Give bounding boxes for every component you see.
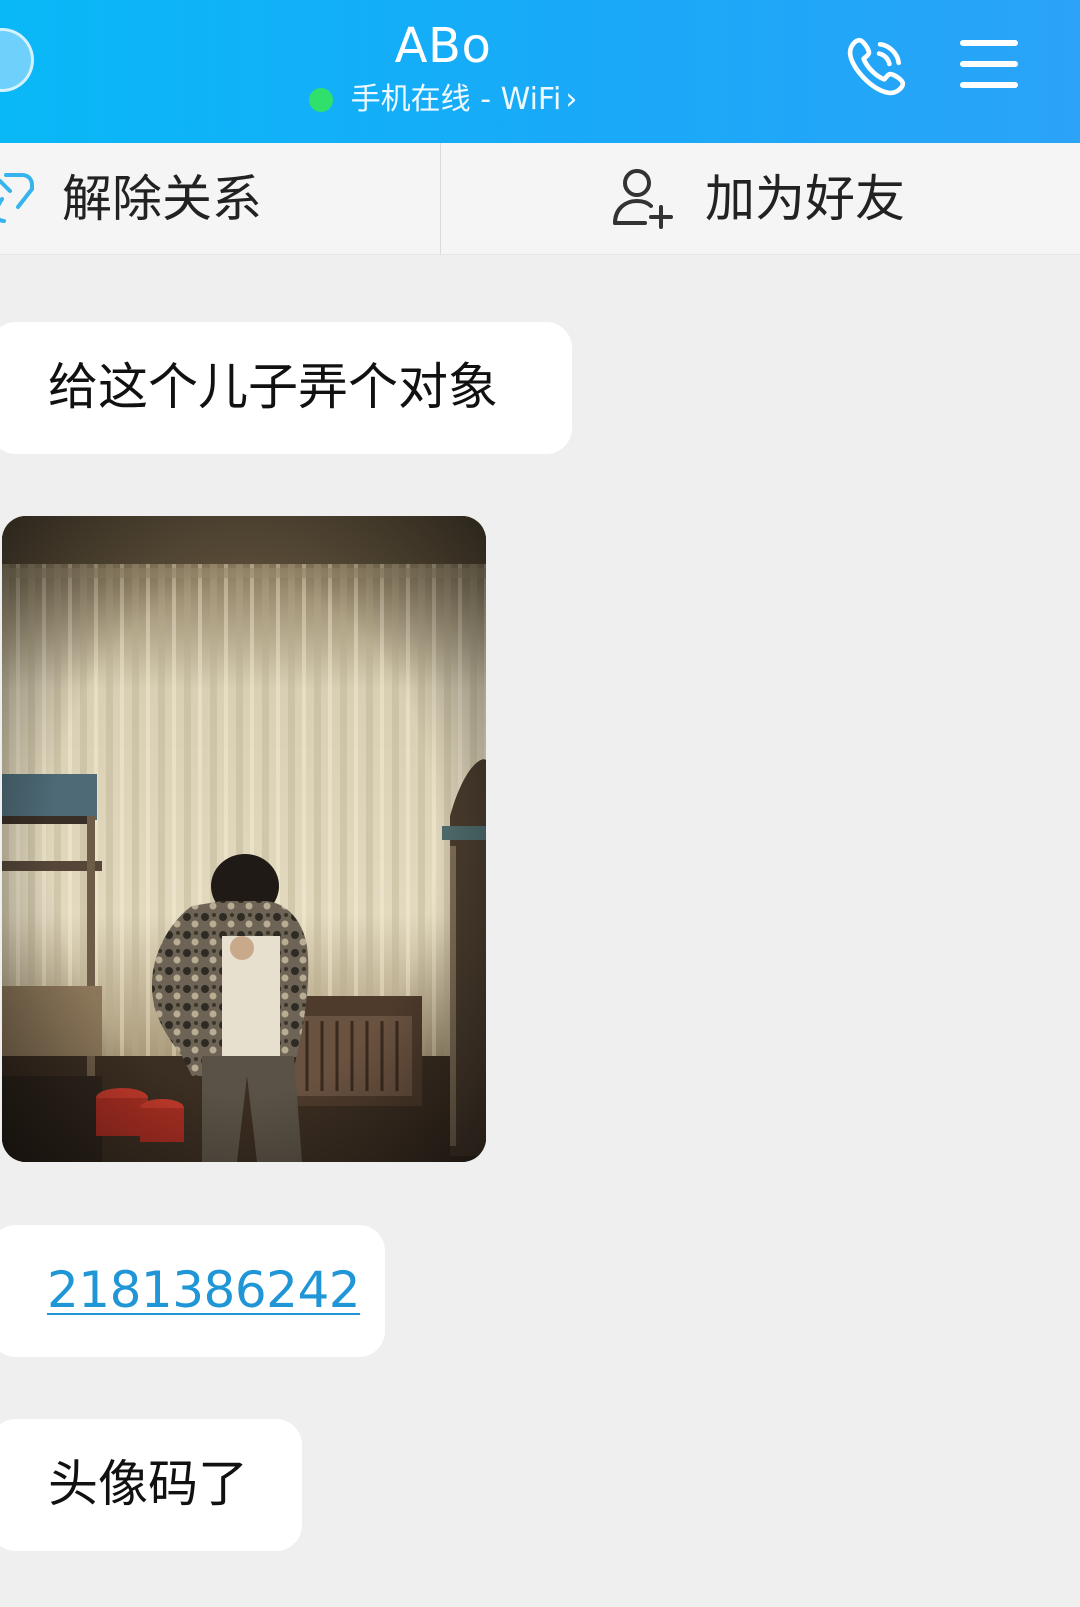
unlink-icon <box>0 173 34 223</box>
message-text: 给这个儿子弄个对象 <box>48 358 498 416</box>
online-dot-icon <box>308 88 333 112</box>
online-status[interactable]: 手机在线 - WiFi › <box>0 78 886 122</box>
message-bubble[interactable]: 给这个儿子弄个对象 <box>0 322 572 454</box>
remove-relation-button[interactable]: 解除关系 <box>0 143 440 255</box>
photo-image <box>2 516 486 1162</box>
relationship-action-bar: 解除关系 加为好友 <box>0 143 1080 255</box>
chat-header: ABo 手机在线 - WiFi › <box>0 0 1080 143</box>
message-text: 头像码了 <box>48 1455 248 1513</box>
chat-title[interactable]: ABo <box>0 14 886 78</box>
menu-icon[interactable] <box>958 36 1020 92</box>
remove-relation-label: 解除关系 <box>62 170 262 228</box>
chevron-right-icon: › <box>565 82 578 117</box>
qq-number-link[interactable]: 2181386242 <box>47 1255 361 1325</box>
message-bubble[interactable]: 2181386242 <box>0 1225 385 1357</box>
add-friend-button[interactable]: 加为好友 <box>441 143 1080 255</box>
phone-icon[interactable] <box>843 34 909 100</box>
online-status-text: 手机在线 - WiFi <box>350 82 562 117</box>
message-bubble[interactable]: 头像码了 <box>0 1419 302 1551</box>
add-friend-label: 加为好友 <box>705 170 905 228</box>
add-user-icon <box>613 169 673 229</box>
message-photo[interactable] <box>2 516 486 1162</box>
